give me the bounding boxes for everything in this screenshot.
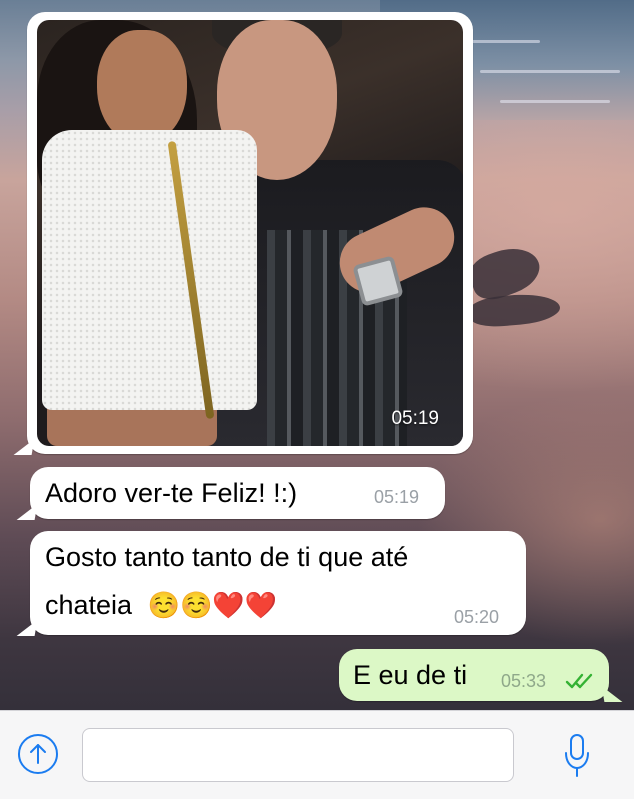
message-input-bar bbox=[0, 710, 634, 799]
message-time: 05:19 bbox=[374, 487, 420, 507]
photo-detail bbox=[42, 130, 257, 410]
message-time: 05:19 bbox=[391, 408, 439, 429]
upload-arrow-icon bbox=[30, 744, 46, 764]
emoji-row: ☺️☺️❤️❤️ bbox=[147, 590, 278, 620]
message-text-line: Gosto tanto tanto de ti que até bbox=[45, 542, 409, 572]
microphone-icon bbox=[565, 734, 589, 777]
message-bubble-outgoing[interactable]: E eu de ti 05:33 bbox=[339, 649, 609, 701]
read-ticks-icon bbox=[565, 673, 593, 689]
message-input[interactable] bbox=[82, 728, 514, 782]
photo-message[interactable]: 05:19 bbox=[27, 12, 473, 454]
wallpaper-wave bbox=[500, 100, 610, 103]
message-text: chateia bbox=[45, 590, 133, 620]
photo-detail bbox=[97, 30, 187, 145]
message-bubble-incoming[interactable]: Gosto tanto tanto de ti que até chateia … bbox=[30, 531, 526, 635]
message-text: E eu de ti bbox=[353, 660, 468, 690]
wallpaper-wave bbox=[480, 70, 620, 73]
message-bubble-incoming[interactable]: Adoro ver-te Feliz! !:) 05:19 bbox=[30, 467, 445, 519]
message-text-line: chateia ☺️☺️❤️❤️ bbox=[45, 583, 277, 628]
message-text: Adoro ver-te Feliz! !:) bbox=[45, 478, 298, 508]
message-time: 05:33 bbox=[501, 671, 547, 691]
message-time: 05:20 bbox=[454, 607, 500, 627]
microphone-button[interactable] bbox=[562, 731, 592, 781]
upload-button[interactable] bbox=[18, 734, 58, 774]
photo-thumbnail[interactable]: 05:19 bbox=[37, 20, 463, 446]
